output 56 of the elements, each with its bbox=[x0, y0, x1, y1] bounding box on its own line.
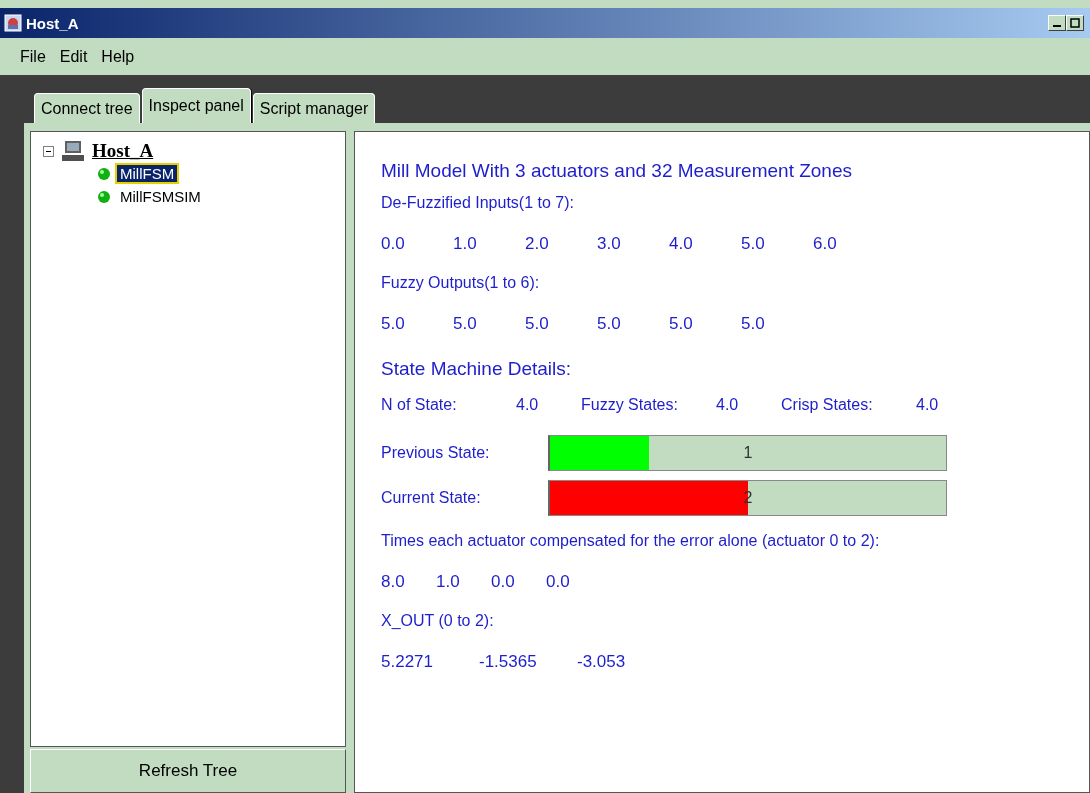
status-dot-icon bbox=[97, 166, 111, 181]
maximize-icon bbox=[1070, 18, 1080, 28]
minimize-button[interactable] bbox=[1048, 15, 1066, 31]
count-value: 4.0 bbox=[516, 396, 540, 415]
section-label: De-Fuzzified Inputs(1 to 7): bbox=[381, 194, 575, 213]
count-label: Fuzzy States: bbox=[581, 396, 679, 415]
value-text: 0.0 bbox=[381, 234, 406, 255]
value-text: 8.0 bbox=[381, 572, 406, 593]
menu-item[interactable]: File bbox=[20, 47, 46, 66]
value-text: 5.0 bbox=[741, 234, 766, 255]
section-label: Fuzzy Outputs(1 to 6): bbox=[381, 274, 541, 293]
value-text: 1.0 bbox=[436, 572, 461, 593]
value-text: 2.0 bbox=[525, 234, 550, 255]
collapse-icon[interactable] bbox=[43, 145, 54, 157]
section-title: State Machine Details: bbox=[381, 358, 573, 381]
value-text: 5.0 bbox=[741, 314, 766, 335]
status-dot-icon bbox=[97, 189, 111, 204]
tree-node[interactable]: Host_A bbox=[92, 140, 154, 162]
value-text: 5.0 bbox=[453, 314, 478, 335]
state-value: 2 bbox=[742, 488, 754, 507]
section-label: Times each actuator compensated for the error alone (actuator 0 to 2): bbox=[381, 532, 881, 551]
state-label: Previous State: bbox=[381, 443, 491, 462]
count-label: Crisp States: bbox=[781, 396, 874, 415]
tab[interactable]: Connect tree bbox=[34, 93, 140, 123]
refresh-tree-button[interactable]: Refresh Tree bbox=[30, 749, 346, 793]
tree-node[interactable]: MillFSM bbox=[117, 165, 178, 182]
value-text: 5.2271 bbox=[381, 652, 434, 673]
value-text: -1.5365 bbox=[479, 652, 538, 673]
minimize-icon bbox=[1053, 25, 1061, 27]
value-text: 5.0 bbox=[525, 314, 550, 335]
value-text: 0.0 bbox=[491, 572, 516, 593]
count-value: 4.0 bbox=[916, 396, 940, 415]
value-text: 5.0 bbox=[669, 314, 694, 335]
window-title: Host_A bbox=[26, 14, 79, 32]
value-text: 0.0 bbox=[546, 572, 571, 593]
value-text: 5.0 bbox=[381, 314, 406, 335]
section-label: X_OUT (0 to 2): bbox=[381, 612, 495, 631]
maximize-button[interactable] bbox=[1066, 15, 1084, 31]
value-text: 6.0 bbox=[813, 234, 838, 255]
state-value: 1 bbox=[742, 443, 754, 462]
count-value: 4.0 bbox=[716, 396, 740, 415]
value-text: -3.053 bbox=[577, 652, 627, 673]
tab[interactable]: Script manager bbox=[252, 93, 376, 123]
menu-item[interactable]: Edit bbox=[59, 47, 88, 66]
app-icon bbox=[4, 14, 22, 32]
state-label: Current State: bbox=[381, 488, 482, 507]
menu-item[interactable]: Help bbox=[101, 47, 135, 66]
count-label: N of State: bbox=[381, 396, 458, 415]
value-text: 4.0 bbox=[669, 234, 694, 255]
tab[interactable]: Inspect panel bbox=[141, 88, 251, 123]
panel-title: Mill Model With 3 actuators and 32 Measurement Zones bbox=[381, 160, 853, 183]
value-text: 1.0 bbox=[453, 234, 478, 255]
value-text: 5.0 bbox=[597, 314, 622, 335]
computer-icon bbox=[60, 140, 86, 162]
tree-node[interactable]: MillFSMSIM bbox=[117, 188, 204, 205]
value-text: 3.0 bbox=[597, 234, 622, 255]
